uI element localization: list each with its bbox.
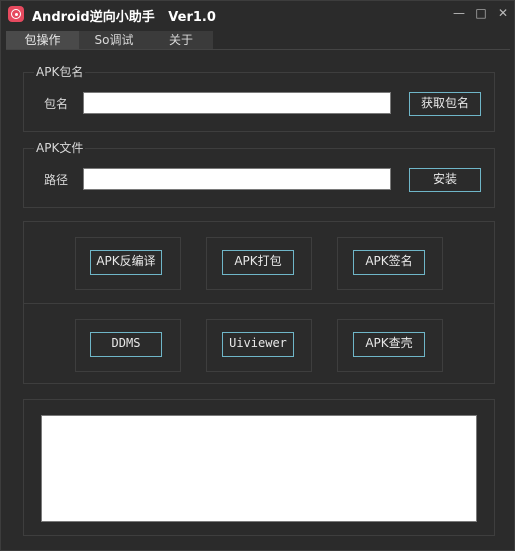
- install-button[interactable]: 安装: [409, 168, 481, 192]
- apk-path-label: 路径: [44, 173, 69, 187]
- apk-file-group: APK文件 路径 安装: [23, 141, 495, 208]
- package-name-label: 包名: [44, 97, 69, 111]
- package-name-legend: APK包名: [34, 65, 86, 79]
- apk-path-input[interactable]: [83, 168, 391, 190]
- tools-group: APK反编译 APK打包 APK签名 DDMS Uiviewer APK查壳: [23, 221, 495, 384]
- output-textarea[interactable]: [41, 415, 477, 522]
- package-name-group: APK包名 包名 获取包名: [23, 65, 495, 132]
- tool-cell: DDMS: [75, 319, 181, 372]
- tab-content: APK包名 包名 获取包名 APK文件 路径 安装 APK反编译 APK打包 A…: [6, 49, 510, 548]
- apk-check-shell-button[interactable]: APK查壳: [353, 332, 425, 357]
- window-title: Android逆向小助手 Ver1.0: [32, 10, 216, 25]
- apk-decompile-button[interactable]: APK反编译: [90, 250, 162, 275]
- tool-cell: APK查壳: [337, 319, 443, 372]
- tab-so-debug[interactable]: So调试: [79, 31, 149, 49]
- tab-package-ops[interactable]: 包操作: [6, 31, 79, 49]
- get-package-name-button[interactable]: 获取包名: [409, 92, 481, 116]
- output-group: [23, 399, 495, 536]
- tool-cell: APK签名: [337, 237, 443, 290]
- apk-pack-button[interactable]: APK打包: [222, 250, 294, 275]
- tool-cell: APK反编译: [75, 237, 181, 290]
- app-logo-icon: [8, 6, 24, 22]
- close-button[interactable]: ✕: [496, 6, 510, 20]
- uiviewer-button[interactable]: Uiviewer: [222, 332, 294, 357]
- package-name-input[interactable]: [83, 92, 391, 114]
- tool-cell: Uiviewer: [206, 319, 312, 372]
- apk-file-legend: APK文件: [34, 141, 86, 155]
- maximize-button[interactable]: □: [474, 6, 488, 20]
- minimize-button[interactable]: —: [452, 6, 466, 20]
- main-window: Android逆向小助手 Ver1.0 — □ ✕ 包操作 So调试 关于 AP…: [0, 0, 515, 551]
- ddms-button[interactable]: DDMS: [90, 332, 162, 357]
- tools-divider: [24, 303, 494, 304]
- tool-cell: APK打包: [206, 237, 312, 290]
- tab-about[interactable]: 关于: [149, 31, 213, 49]
- apk-sign-button[interactable]: APK签名: [353, 250, 425, 275]
- app-logo-dot: [14, 12, 18, 16]
- title-bar[interactable]: Android逆向小助手 Ver1.0 — □ ✕: [1, 1, 514, 30]
